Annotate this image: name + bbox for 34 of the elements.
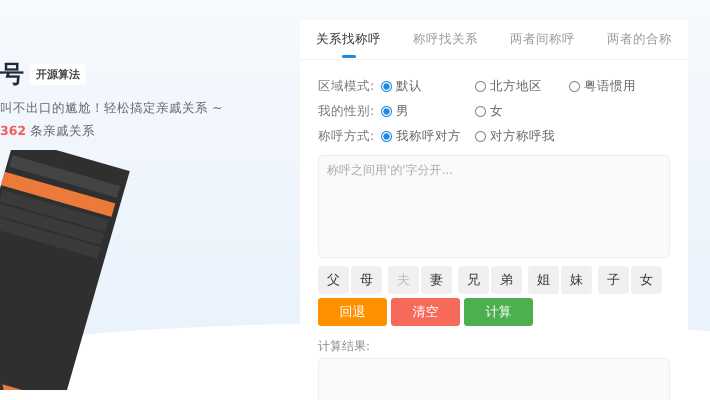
relation-key[interactable]: 弟 (491, 266, 522, 294)
radio-button[interactable] (475, 81, 486, 92)
relation-key[interactable]: 父 (318, 266, 349, 294)
radio-label[interactable]: 粤语惯用 (584, 78, 636, 95)
radio-button[interactable] (569, 81, 580, 92)
relation-key[interactable]: 妻 (421, 266, 452, 294)
option-label: 我的性别: (318, 103, 376, 120)
radio-label[interactable]: 男 (396, 103, 409, 120)
relation-key[interactable]: 子 (598, 266, 629, 294)
relation-key[interactable]: 母 (351, 266, 382, 294)
radio-button[interactable] (381, 106, 392, 117)
relation-count-label: 条亲戚关系 (30, 123, 96, 140)
radio-label[interactable]: 我称呼对方 (396, 128, 461, 145)
open-source-badge: 开源算法 (30, 64, 86, 84)
result-label: 计算结果: (318, 338, 372, 355)
relation-key[interactable]: 姐 (528, 266, 559, 294)
radio-label[interactable]: 女 (490, 103, 503, 120)
radio-button[interactable] (381, 131, 392, 142)
radio-label[interactable]: 对方称呼我 (490, 128, 555, 145)
tagline: 叫不出口的尴尬！轻松搞定亲戚关系 ~ (0, 100, 224, 117)
tab[interactable]: 关系找称呼 (300, 20, 397, 59)
option-label: 区域模式: (318, 78, 376, 95)
page-title: 号 (0, 59, 24, 90)
input-field[interactable]: 称呼之间用'的'字分开... (318, 155, 670, 258)
radio-label[interactable]: 默认 (396, 78, 422, 95)
relation-count: 362 (0, 123, 26, 140)
relation-key[interactable]: 妹 (561, 266, 592, 294)
relation-key[interactable]: 兄 (458, 266, 489, 294)
option-label: 称呼方式: (318, 128, 376, 145)
radio-button[interactable] (381, 81, 392, 92)
relation-key[interactable]: 女 (631, 266, 662, 294)
radio-button[interactable] (475, 131, 486, 142)
radio-button[interactable] (475, 106, 486, 117)
radio-label[interactable]: 北方地区 (490, 78, 542, 95)
